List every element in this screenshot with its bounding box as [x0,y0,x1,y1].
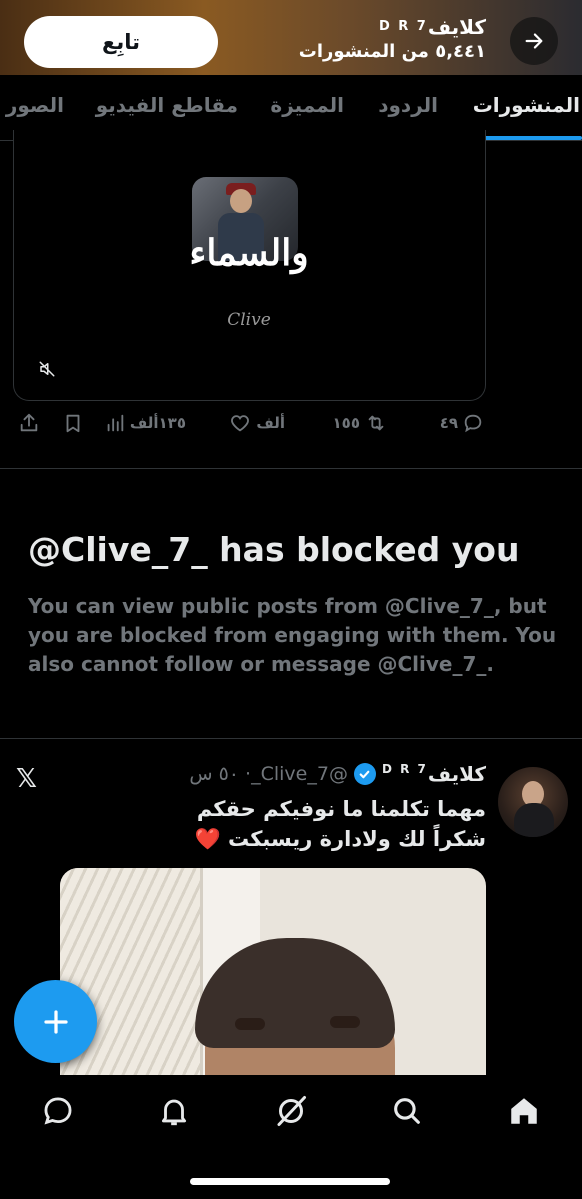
post-author-name[interactable]: كلايفD R 7 [382,762,486,786]
grok-icon [277,1096,306,1126]
compose-button[interactable] [14,980,97,1063]
tab-posts[interactable]: المنشورات [473,93,580,117]
bottom-nav [0,1075,582,1199]
nav-search[interactable] [387,1091,427,1131]
home-icon [511,1098,537,1124]
plus-icon [43,1009,68,1034]
divider [0,738,582,739]
heart-emoji-icon: ❤️ [194,827,221,851]
avatar[interactable] [498,767,568,837]
nav-messages[interactable] [38,1091,78,1131]
nav-home[interactable] [504,1091,544,1131]
repost-action[interactable]: ١٥٥ [333,412,388,434]
verified-badge-icon [353,763,376,785]
blocked-title: @Clive_7_ has blocked you [28,530,520,569]
video-caption: والسماء [189,232,309,274]
video-watermark: Clive [227,310,271,330]
post-actions: ٤٩ ١٥٥ ألف ١٣٥ألف [0,412,582,442]
post-text-line: مهما تكلمنا ما نوفيكم حقكم [196,797,486,821]
arrow-right-icon [525,33,543,49]
divider [0,468,582,469]
profile-name: كلايفD R 7 [378,15,486,39]
reply-action[interactable]: ٤٩ [440,412,484,434]
post-header: كلايفD R 7 @Clive_7_· ٥٠ س [189,762,486,786]
views-icon [107,414,124,432]
repost-icon [368,415,384,431]
tab-videos[interactable]: مقاطع الفيديو [96,93,238,117]
tab-highlights[interactable]: المميزة [270,93,344,117]
post-count: ٥,٤٤١ من المنشورات [298,41,486,62]
nav-notifications[interactable] [154,1091,194,1131]
repost-count: ١٥٥ [332,414,360,432]
views-action[interactable]: ١٣٥ألف [104,412,186,434]
back-button[interactable] [510,17,558,65]
views-count: ١٣٥ألف [129,414,186,432]
x-logo-icon: 𝕏 [16,764,37,794]
bookmark-action[interactable] [62,412,84,434]
reply-icon [464,414,482,433]
nav-grok[interactable] [271,1091,311,1131]
tab-replies[interactable]: الردود [378,93,438,117]
tab-photos[interactable]: الصور [6,93,64,117]
post-text: مهما تكلمنا ما نوفيكم حقكم شكراً لك ولاد… [86,794,486,854]
post-video[interactable]: والسماء Clive [13,130,486,401]
search-icon [394,1098,420,1124]
message-icon [44,1097,72,1125]
profile-header-info: كلايفD R 7 ٥,٤٤١ من المنشورات [299,14,486,64]
post-image[interactable] [60,868,486,1078]
like-count: ألف [256,414,285,432]
share-action[interactable] [18,412,40,434]
bell-icon [161,1099,187,1126]
follow-button[interactable]: تابِع [24,16,218,68]
post-handle-time: @Clive_7_· ٥٠ س [189,763,348,785]
bookmark-icon [66,414,80,433]
post-text-line: شكراً لك ولادارة ريسبكت ❤️ [194,827,486,851]
share-icon [20,413,38,432]
mute-icon[interactable] [38,360,56,378]
profile-header: تابِع كلايفD R 7 ٥,٤٤١ من المنشورات [0,0,582,75]
heart-icon [231,415,250,432]
blocked-description: You can view public posts from @Clive_7_… [28,594,557,676]
home-indicator [190,1178,390,1185]
like-action[interactable]: ألف [228,412,285,434]
reply-count: ٤٩ [439,414,458,432]
